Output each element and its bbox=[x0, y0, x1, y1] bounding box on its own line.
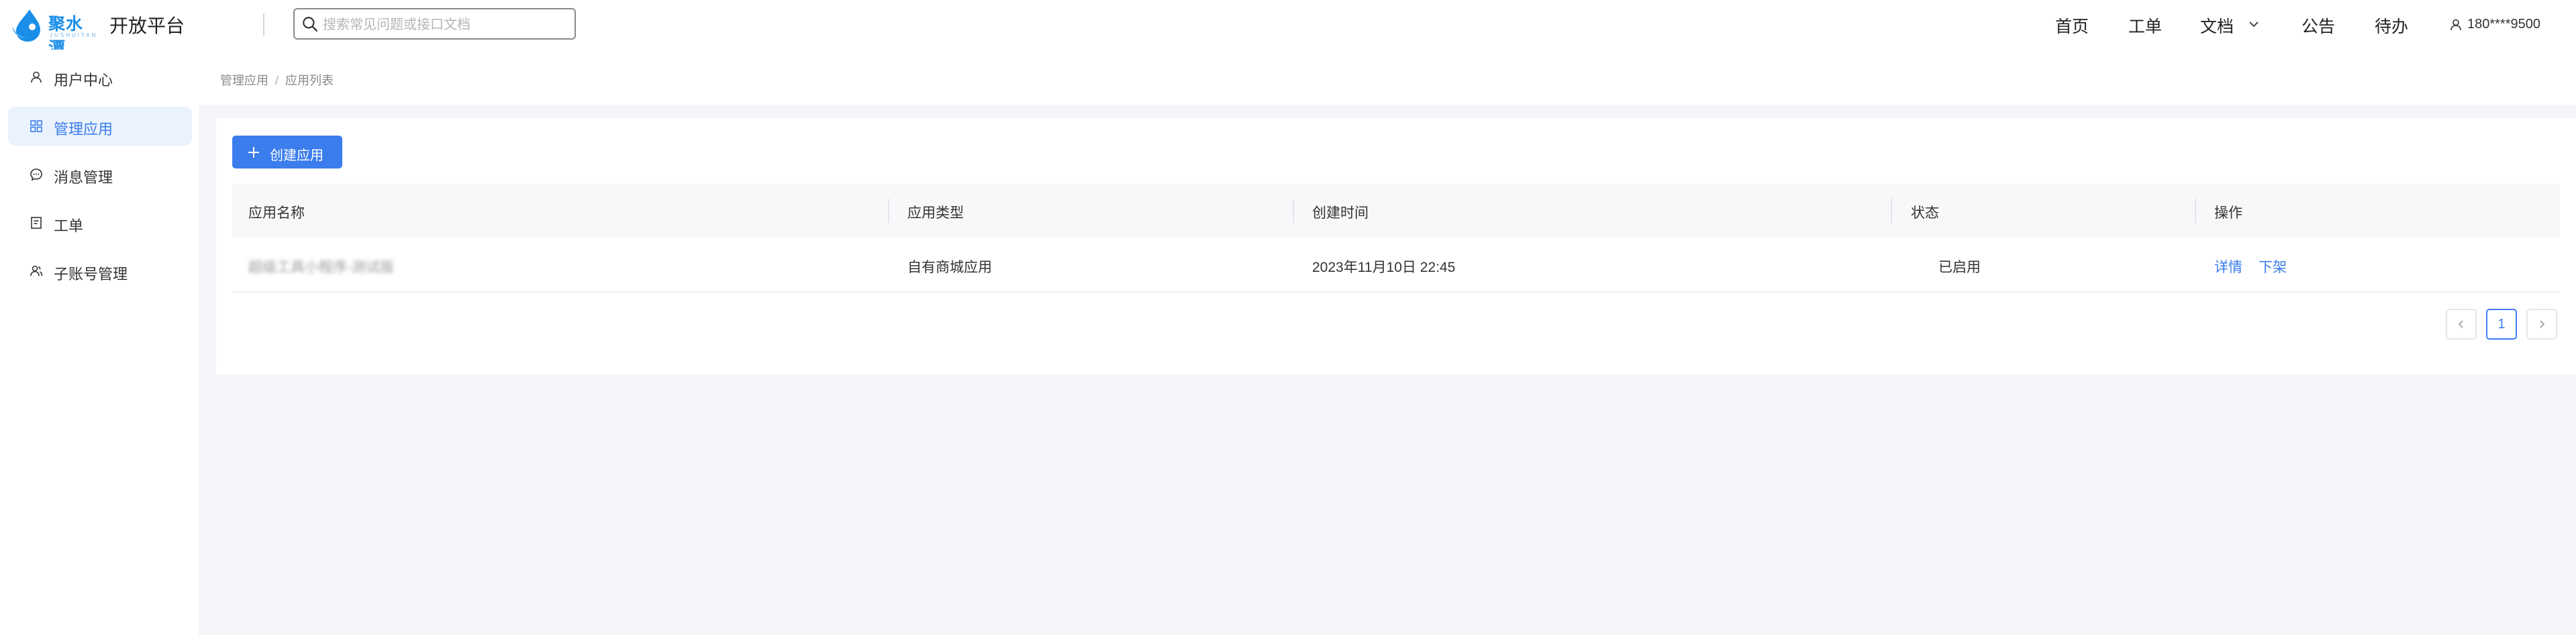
table-header: 应用名称 应用类型 创建时间 状态 操作 bbox=[232, 184, 2560, 238]
breadcrumb: 管理应用 / 应用列表 bbox=[220, 71, 334, 89]
sidebar-item-label: 工单 bbox=[54, 217, 84, 234]
column-divider bbox=[1293, 199, 1294, 223]
user-icon bbox=[31, 71, 42, 83]
app-list-card: 创建应用 应用名称 应用类型 创建时间 状态 操作 超级工具小程序-测试版 自有… bbox=[216, 118, 2576, 375]
details-link[interactable]: 详情 bbox=[2214, 256, 2242, 277]
unlist-link[interactable]: 下架 bbox=[2259, 256, 2287, 277]
created-time-cell: 2023年11月10日 22:45 bbox=[1312, 260, 1456, 275]
nav-todo[interactable]: 待办 bbox=[2375, 13, 2408, 38]
app-title: 开放平台 bbox=[109, 15, 185, 36]
chevron-right-icon bbox=[2540, 320, 2545, 328]
column-header-type: 应用类型 bbox=[907, 205, 964, 221]
breadcrumb-current: 应用列表 bbox=[285, 74, 334, 87]
user-account[interactable]: 180****9500 bbox=[2467, 17, 2540, 32]
status-cell: 已启用 bbox=[1938, 260, 1981, 275]
breadcrumb-bar: 管理应用 / 应用列表 bbox=[199, 50, 2576, 105]
nav-notice[interactable]: 公告 bbox=[2301, 13, 2335, 38]
app-name-cell: 超级工具小程序-测试版 bbox=[248, 260, 394, 275]
chevron-left-icon bbox=[2458, 320, 2463, 328]
sidebar-item-manage-apps[interactable]: 管理应用 bbox=[8, 107, 192, 146]
sidebar-item-sub-accounts[interactable]: 子账号管理 bbox=[8, 252, 192, 291]
message-icon bbox=[30, 168, 42, 181]
create-app-button[interactable]: 创建应用 bbox=[232, 136, 342, 168]
column-header-status: 状态 bbox=[1911, 205, 1939, 221]
column-divider bbox=[2195, 199, 2196, 223]
sidebar-item-user-center[interactable]: 用户中心 bbox=[8, 58, 192, 97]
pagination-prev-button[interactable] bbox=[2446, 309, 2477, 340]
top-header: 聚水潭 JUSHUITAN 开放平台 首页 工单 文档 公告 待办 180***… bbox=[0, 0, 2576, 58]
nav-home[interactable]: 首页 bbox=[2055, 13, 2089, 38]
column-header-name: 应用名称 bbox=[248, 205, 305, 221]
nav-ticket[interactable]: 工单 bbox=[2128, 13, 2162, 38]
breadcrumb-separator: / bbox=[275, 74, 279, 87]
search-box[interactable] bbox=[293, 8, 576, 40]
column-divider bbox=[1891, 199, 1892, 223]
header-divider bbox=[263, 13, 264, 36]
column-header-actions: 操作 bbox=[2214, 205, 2242, 221]
column-header-created: 创建时间 bbox=[1312, 205, 1369, 221]
sidebar-item-label: 消息管理 bbox=[54, 169, 113, 186]
sub-account-icon bbox=[30, 265, 43, 277]
nav-docs[interactable]: 文档 bbox=[2200, 13, 2234, 38]
pagination-page-1[interactable]: 1 bbox=[2486, 309, 2517, 340]
grid-icon bbox=[30, 120, 42, 132]
ticket-icon bbox=[31, 217, 42, 229]
sidebar-item-label: 用户中心 bbox=[54, 72, 113, 89]
search-input[interactable] bbox=[321, 13, 566, 36]
create-app-label: 创建应用 bbox=[270, 148, 324, 163]
user-icon[interactable] bbox=[2449, 18, 2463, 32]
sidebar-item-label: 管理应用 bbox=[54, 121, 113, 138]
pagination-next-button[interactable] bbox=[2526, 309, 2557, 340]
search-icon bbox=[303, 17, 317, 32]
logo-subtext: JUSHUITAN bbox=[50, 32, 98, 38]
water-drop-logo-icon bbox=[12, 9, 40, 42]
sidebar-item-tickets[interactable]: 工单 bbox=[8, 203, 192, 242]
app-type-cell: 自有商城应用 bbox=[907, 260, 992, 275]
plus-icon bbox=[248, 147, 259, 158]
table-row: 超级工具小程序-测试版 自有商城应用 2023年11月10日 22:45 已启用… bbox=[232, 238, 2560, 293]
sidebar: 用户中心 管理应用 消息管理 工单 子账号管理 bbox=[0, 50, 199, 635]
column-divider bbox=[888, 199, 889, 223]
logo[interactable]: 聚水潭 JUSHUITAN bbox=[11, 5, 95, 58]
breadcrumb-parent[interactable]: 管理应用 bbox=[220, 74, 268, 87]
chevron-down-icon[interactable] bbox=[2247, 17, 2261, 31]
sidebar-item-label: 子账号管理 bbox=[54, 266, 128, 283]
sidebar-item-messages[interactable]: 消息管理 bbox=[8, 155, 192, 194]
